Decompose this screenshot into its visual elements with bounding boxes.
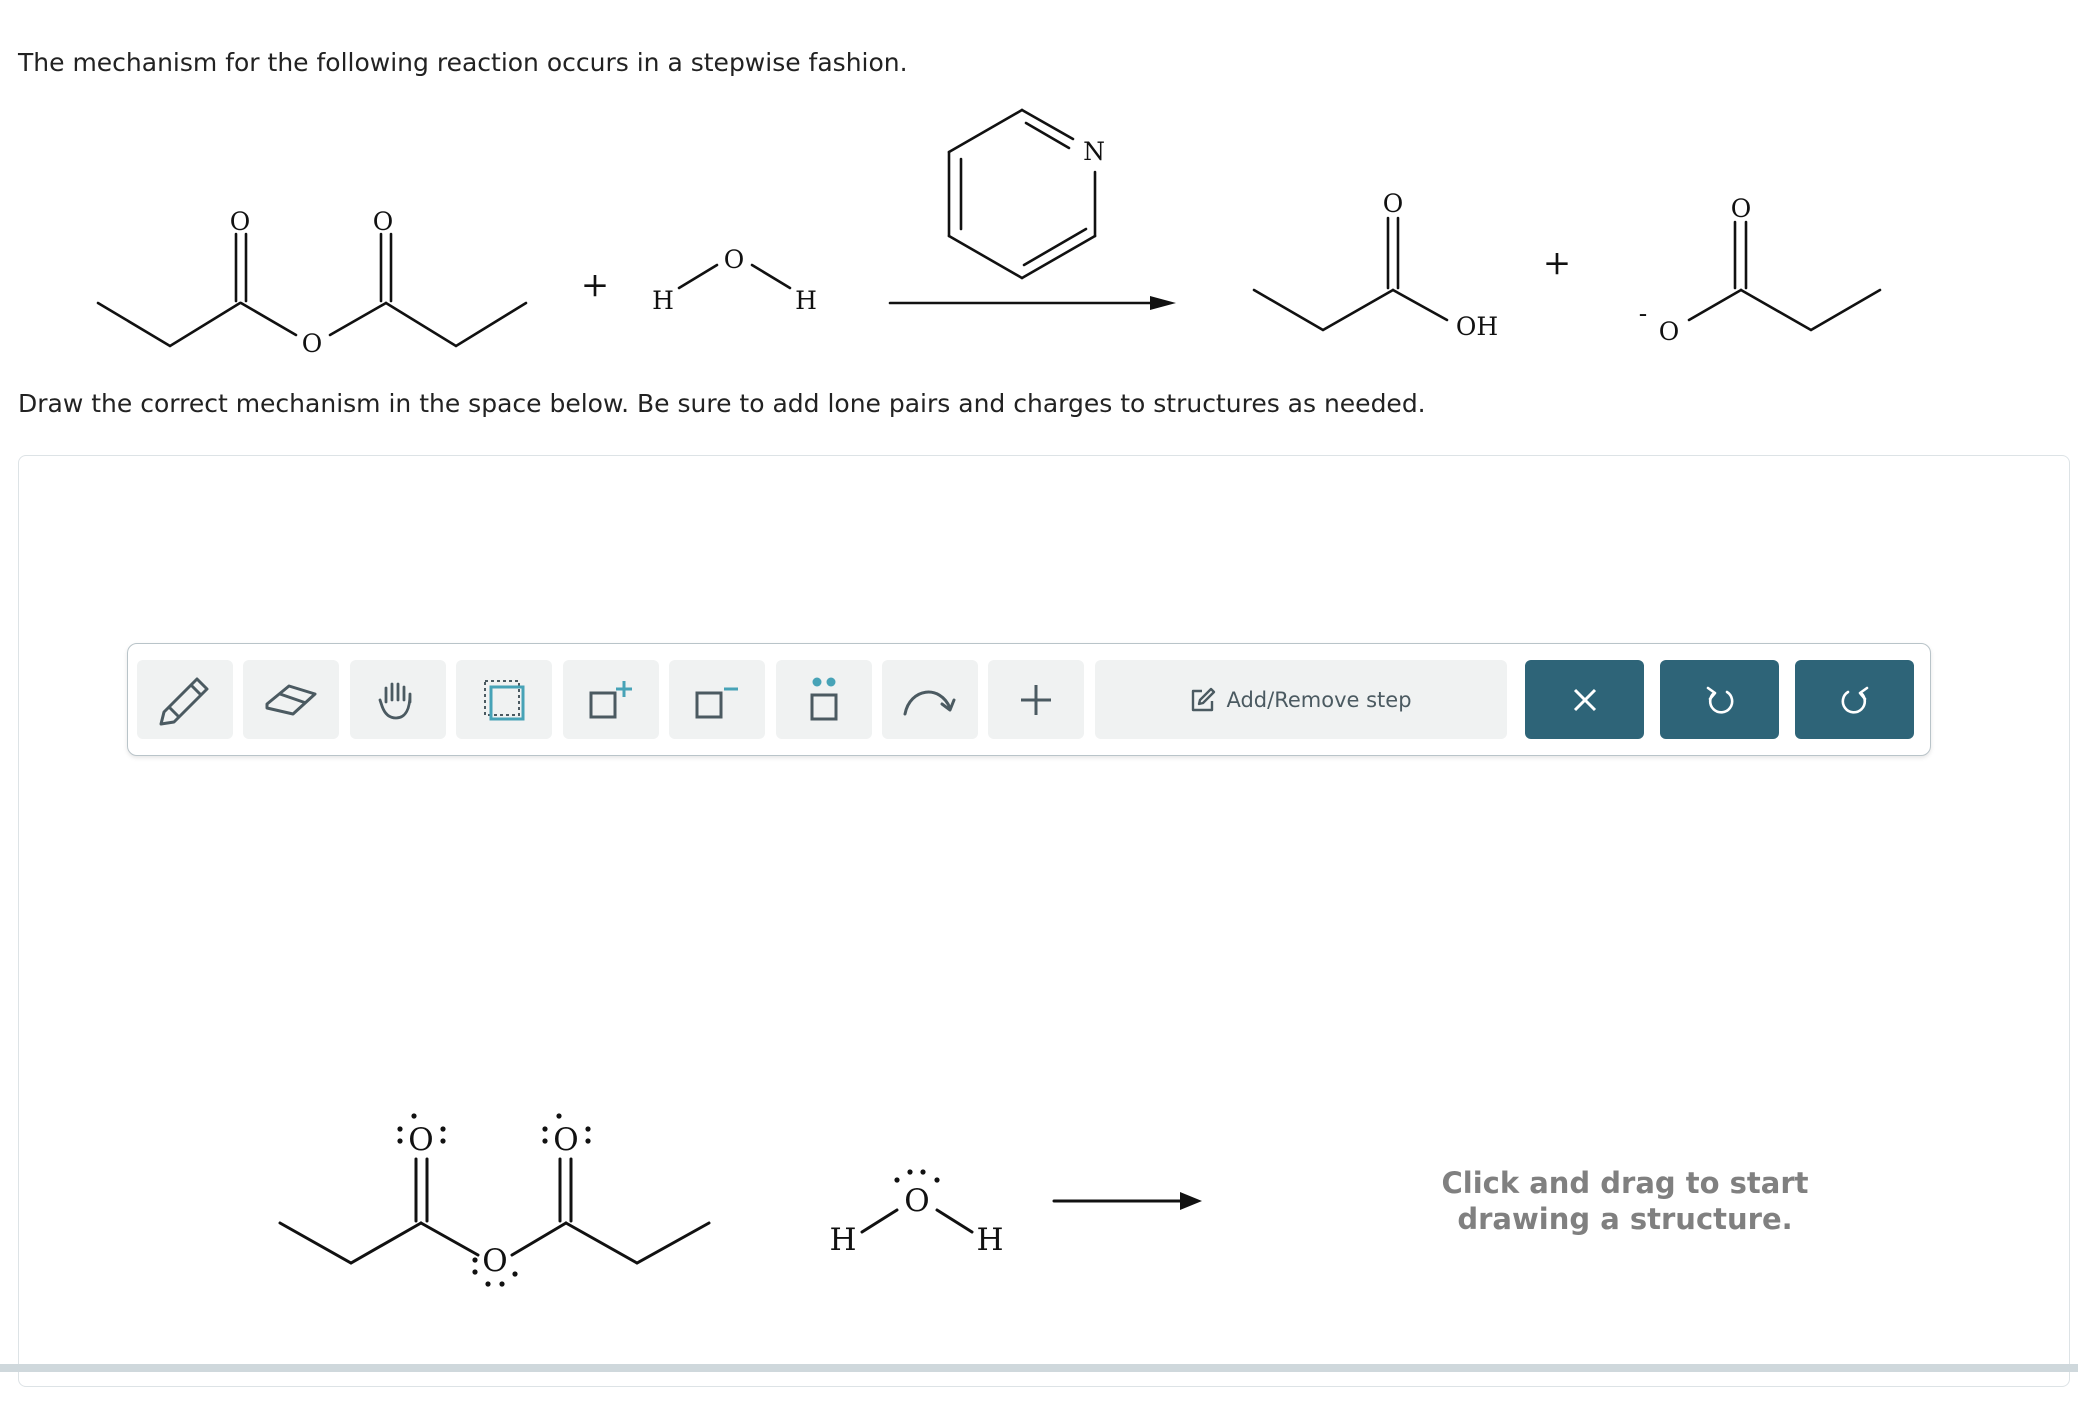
- select-box-icon: [484, 679, 525, 720]
- svg-text:O: O: [553, 1122, 578, 1158]
- undo-button[interactable]: [1660, 660, 1779, 739]
- hand-icon: [378, 682, 412, 719]
- pencil-icon: [159, 677, 209, 725]
- edit-icon: [1192, 687, 1216, 711]
- add-remove-step-button[interactable]: Add/Remove step: [1095, 660, 1507, 739]
- svg-text:O: O: [724, 245, 745, 274]
- redo-icon: [1841, 686, 1868, 714]
- hand-tool-button[interactable]: [350, 660, 446, 739]
- canvas-hint-line2: drawing a structure.: [1457, 1202, 1793, 1236]
- svg-text:+: +: [581, 265, 610, 305]
- svg-text:+: +: [1543, 243, 1572, 283]
- plus-icon: [1021, 684, 1051, 715]
- svg-text:H: H: [829, 1222, 856, 1258]
- add-plus-button[interactable]: [988, 660, 1084, 739]
- add-remove-step-label: Add/Remove step: [1226, 687, 1412, 712]
- lone-pair-icon: [810, 677, 838, 720]
- negative-charge-icon: [695, 687, 738, 718]
- eraser-icon: [265, 684, 317, 715]
- question-instruction-text: Draw the correct mechanism in the space …: [18, 389, 1426, 418]
- positive-charge-button[interactable]: [563, 660, 659, 739]
- svg-text:H: H: [652, 286, 674, 315]
- clear-button[interactable]: [1525, 660, 1644, 739]
- canvas-hint-line1: Click and drag to start: [1441, 1166, 1809, 1200]
- eraser-tool-button[interactable]: [243, 660, 339, 739]
- svg-text:O: O: [482, 1243, 507, 1279]
- svg-text:O: O: [408, 1122, 433, 1158]
- svg-text:N: N: [1083, 137, 1105, 166]
- negative-charge-button[interactable]: [669, 660, 765, 739]
- svg-text:O: O: [302, 329, 323, 358]
- undo-icon: [1706, 686, 1733, 714]
- svg-text:O: O: [1731, 194, 1752, 223]
- lone-pair-button[interactable]: [776, 660, 872, 739]
- select-tool-button[interactable]: [456, 660, 552, 739]
- svg-text:H: H: [976, 1222, 1003, 1258]
- close-icon: [1573, 688, 1596, 711]
- svg-text:-: -: [1639, 299, 1647, 328]
- curved-arrow-button[interactable]: [882, 660, 978, 739]
- reaction-scheme: O O O O H H N O OH O O - + +: [96, 108, 1882, 358]
- redo-button[interactable]: [1795, 660, 1914, 739]
- drawing-toolbar: Add/Remove step: [127, 643, 1931, 756]
- canvas-reactants: O O O O H H: [278, 1113, 1202, 1287]
- positive-charge-icon: [589, 680, 632, 718]
- svg-text:O: O: [1383, 189, 1404, 218]
- svg-text:O: O: [1659, 317, 1680, 346]
- svg-text:H: H: [795, 286, 817, 315]
- svg-text:O: O: [373, 207, 394, 236]
- curved-arrow-icon: [903, 690, 956, 715]
- bottom-scroll-bar: [0, 1364, 2078, 1372]
- pencil-tool-button[interactable]: [137, 660, 233, 739]
- svg-text:O: O: [904, 1183, 929, 1219]
- svg-text:O: O: [230, 207, 251, 236]
- canvas-hint: Click and drag to start drawing a struct…: [1395, 1165, 1855, 1237]
- svg-text:OH: OH: [1456, 312, 1498, 341]
